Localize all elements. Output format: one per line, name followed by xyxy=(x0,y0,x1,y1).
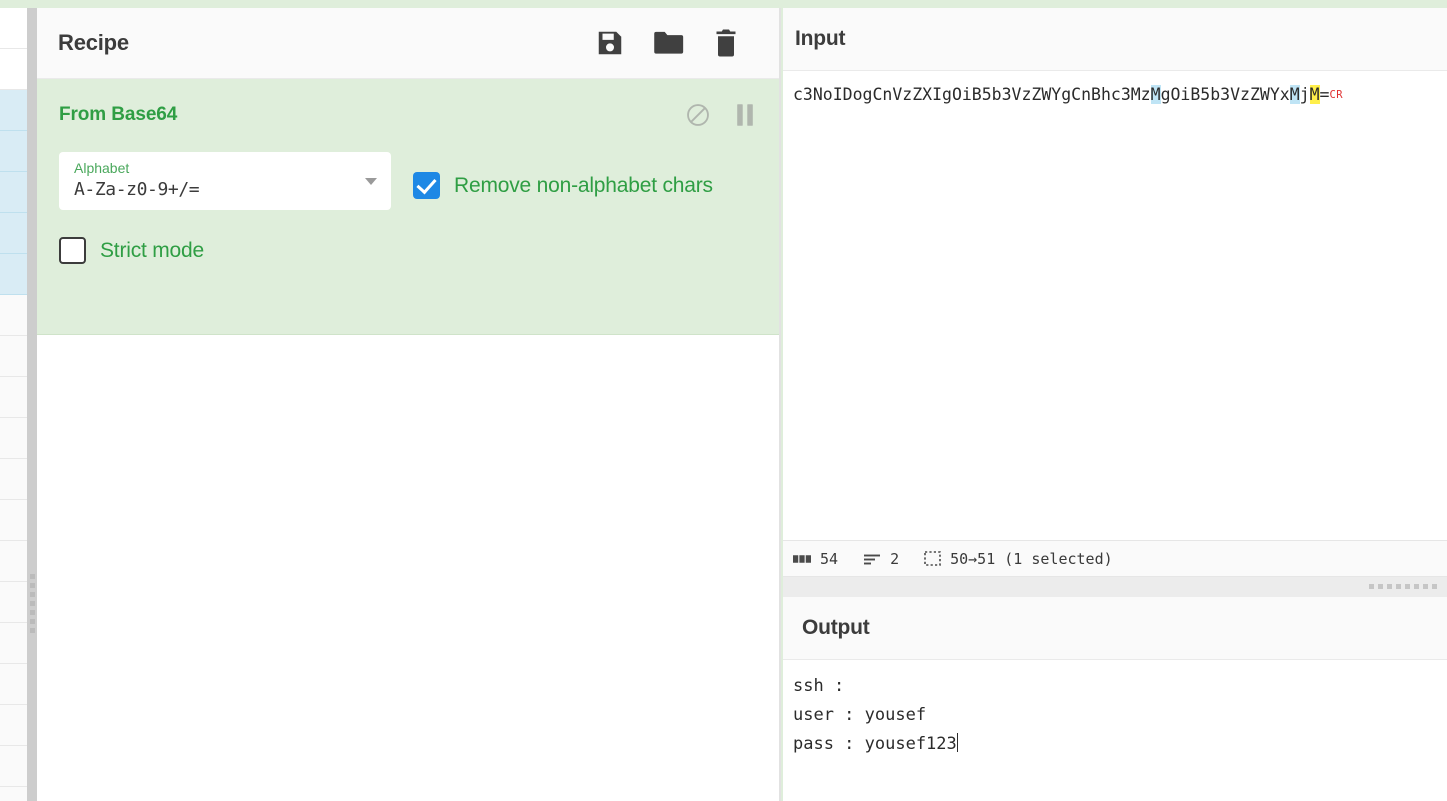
status-selection[interactable]: 50→51 (1 selected) xyxy=(924,550,1128,568)
carriage-return-marker: CR xyxy=(1329,89,1344,101)
io-column: Input c3NoIDogCnVzZXIgOiB5b3VzZWYgCnBhc3… xyxy=(783,8,1447,801)
recipe-operation-from-base64[interactable]: From Base64 Alphabet A-Za-z0-9+/= Remove… xyxy=(37,79,779,335)
list-item[interactable] xyxy=(0,459,27,500)
status-lines-value: 2 xyxy=(890,549,900,568)
input-text-part-3: j xyxy=(1299,85,1310,104)
output-title-bar: Output xyxy=(783,597,1447,660)
top-strip xyxy=(0,0,1447,8)
trash-icon[interactable] xyxy=(713,28,739,58)
pause-icon[interactable] xyxy=(735,103,755,127)
recipe-body[interactable]: From Base64 Alphabet A-Za-z0-9+/= Remove… xyxy=(37,79,779,801)
operation-arguments-row-2: Strict mode xyxy=(37,210,779,292)
list-item[interactable] xyxy=(0,90,27,131)
list-item[interactable] xyxy=(0,49,27,90)
folder-icon[interactable] xyxy=(653,28,685,58)
list-item[interactable] xyxy=(0,131,27,172)
input-text-part-2: gOiB5b3VzZWYx xyxy=(1160,85,1290,104)
abc-icon xyxy=(793,553,811,565)
list-item[interactable] xyxy=(0,582,27,623)
status-lines[interactable]: 2 xyxy=(863,550,914,568)
recipe-panel: Recipe From Base64 Alphabet A-Za-z0-9+/=… xyxy=(37,8,781,801)
operation-header: From Base64 xyxy=(37,97,779,133)
list-item[interactable] xyxy=(0,664,27,705)
output-title: Output xyxy=(802,616,870,639)
list-item[interactable] xyxy=(0,8,27,49)
vertical-splitter[interactable] xyxy=(27,8,37,801)
output-line-text: pass : yousef123 xyxy=(793,734,957,754)
operations-list[interactable] xyxy=(0,8,27,801)
strict-mode-checkbox-row[interactable]: Strict mode xyxy=(59,237,779,264)
list-item[interactable] xyxy=(0,254,27,295)
strict-mode-checkbox[interactable] xyxy=(59,237,86,264)
splitter-grip[interactable] xyxy=(30,574,35,637)
output-line: user : yousef xyxy=(793,705,927,725)
lines-icon xyxy=(863,552,881,566)
horizontal-splitter-grip[interactable] xyxy=(1369,584,1437,589)
operation-controls xyxy=(685,102,755,128)
input-highlight-blue-1: M xyxy=(1150,85,1161,104)
top-strip-gap xyxy=(27,0,37,8)
input-title: Input xyxy=(795,27,846,50)
remove-non-alphabet-chars-checkbox[interactable] xyxy=(413,172,440,199)
list-item[interactable] xyxy=(0,172,27,213)
input-text-line: c3NoIDogCnVzZXIgOiB5b3VzZWYgCnBhc3MzMgOi… xyxy=(793,83,1437,107)
status-length[interactable]: 54 xyxy=(793,550,853,568)
status-length-value: 54 xyxy=(820,549,839,568)
disable-icon[interactable] xyxy=(685,102,711,128)
list-item[interactable] xyxy=(0,746,27,787)
output-textarea[interactable]: ssh : user : yousef pass : yousef123 xyxy=(783,660,1447,799)
list-item[interactable] xyxy=(0,705,27,746)
list-item[interactable] xyxy=(0,336,27,377)
input-text-part-4: = xyxy=(1319,85,1330,104)
strict-mode-label: Strict mode xyxy=(100,238,204,262)
horizontal-splitter[interactable] xyxy=(783,577,1447,597)
list-item[interactable] xyxy=(0,500,27,541)
operation-title: From Base64 xyxy=(59,104,178,125)
remove-non-alphabet-chars-label: Remove non-alphabet chars xyxy=(454,173,713,197)
text-cursor xyxy=(956,733,958,752)
alphabet-select[interactable]: Alphabet A-Za-z0-9+/= xyxy=(59,152,391,210)
input-text-part-1: c3NoIDogCnVzZXIgOiB5b3VzZWYgCnBhc3Mz xyxy=(793,85,1151,104)
selection-icon xyxy=(924,551,941,566)
output-line-last: pass : yousef123 xyxy=(793,730,1437,759)
list-item[interactable] xyxy=(0,213,27,254)
status-selection-value: 50→51 (1 selected) xyxy=(950,549,1113,568)
chevron-down-icon[interactable] xyxy=(365,178,377,185)
list-item[interactable] xyxy=(0,377,27,418)
operation-arguments: Alphabet A-Za-z0-9+/= Remove non-alphabe… xyxy=(37,133,779,210)
list-item[interactable] xyxy=(0,295,27,336)
cyberchef-app: Recipe From Base64 Alphabet A-Za-z0-9+/=… xyxy=(0,0,1447,801)
output-line: ssh : xyxy=(793,676,845,696)
input-textarea[interactable]: c3NoIDogCnVzZXIgOiB5b3VzZWYgCnBhc3MzMgOi… xyxy=(783,71,1447,541)
input-selection-highlight: M xyxy=(1309,85,1320,104)
input-status-bar: 54 2 50→51 (1 selected) xyxy=(783,541,1447,577)
input-highlight-blue-2: M xyxy=(1289,85,1300,104)
input-title-bar: Input xyxy=(783,8,1447,71)
list-item[interactable] xyxy=(0,623,27,664)
list-item[interactable] xyxy=(0,418,27,459)
page-title: Recipe xyxy=(58,30,129,55)
alphabet-label: Alphabet xyxy=(74,160,130,176)
recipe-toolbar xyxy=(595,28,739,58)
alphabet-value: A-Za-z0-9+/= xyxy=(74,179,200,200)
recipe-title-bar: Recipe xyxy=(37,8,779,79)
remove-non-alphabet-chars-checkbox-row[interactable]: Remove non-alphabet chars xyxy=(413,172,713,199)
save-icon[interactable] xyxy=(595,28,625,58)
list-item[interactable] xyxy=(0,541,27,582)
